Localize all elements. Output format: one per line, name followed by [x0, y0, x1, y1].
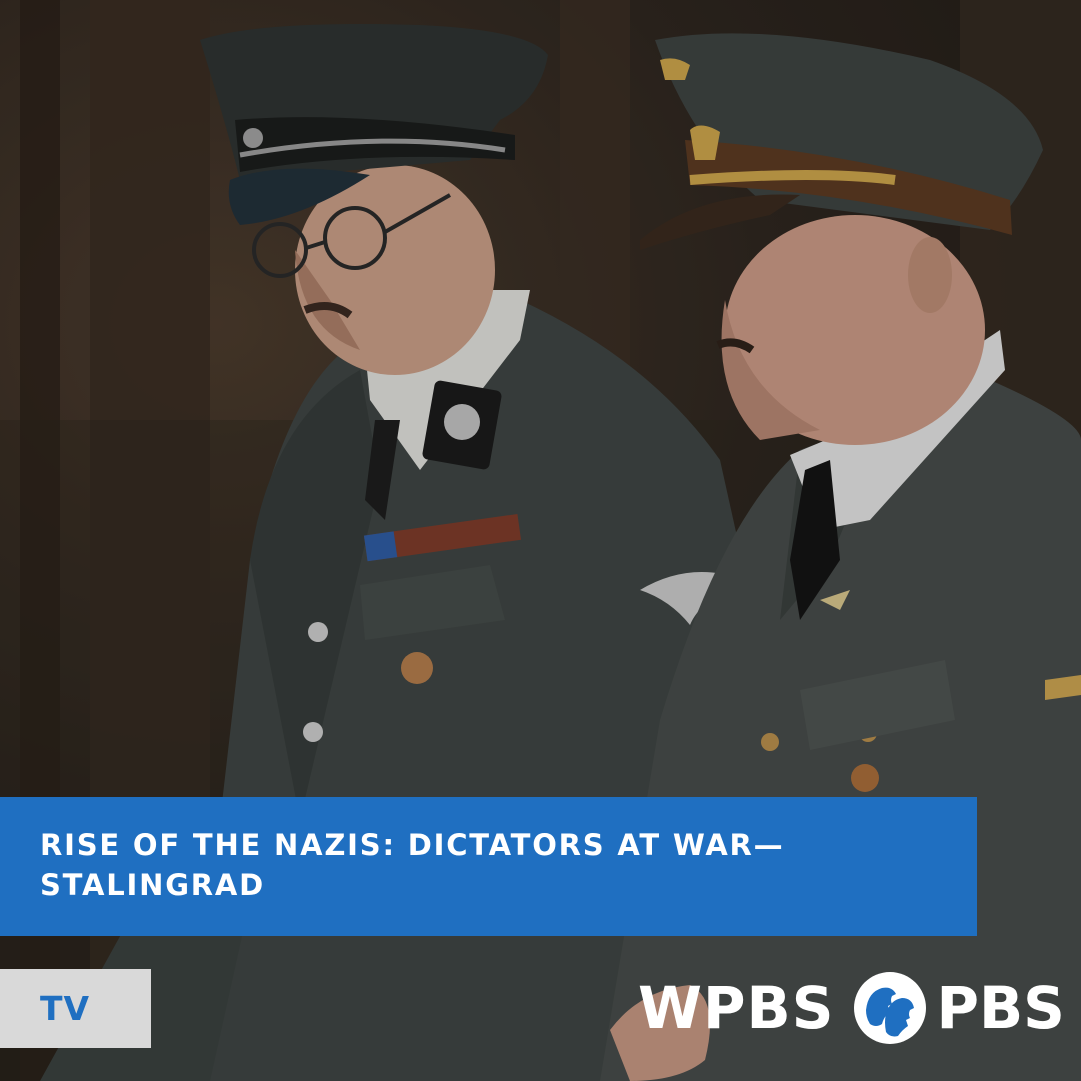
- category-badge: TV: [0, 969, 151, 1048]
- pbs-heads-logo-icon: [852, 970, 928, 1046]
- title-banner: RISE OF THE NAZIS: DICTATORS AT WAR— STA…: [0, 797, 977, 936]
- network-name: PBS: [936, 974, 1065, 1042]
- category-label: TV: [40, 989, 91, 1028]
- station-branding: WPBS PBS: [638, 972, 1065, 1044]
- station-name: WPBS: [638, 974, 835, 1042]
- title-line-2: STALINGRAD: [40, 868, 266, 902]
- title-line-1: RISE OF THE NAZIS: DICTATORS AT WAR—: [40, 828, 785, 862]
